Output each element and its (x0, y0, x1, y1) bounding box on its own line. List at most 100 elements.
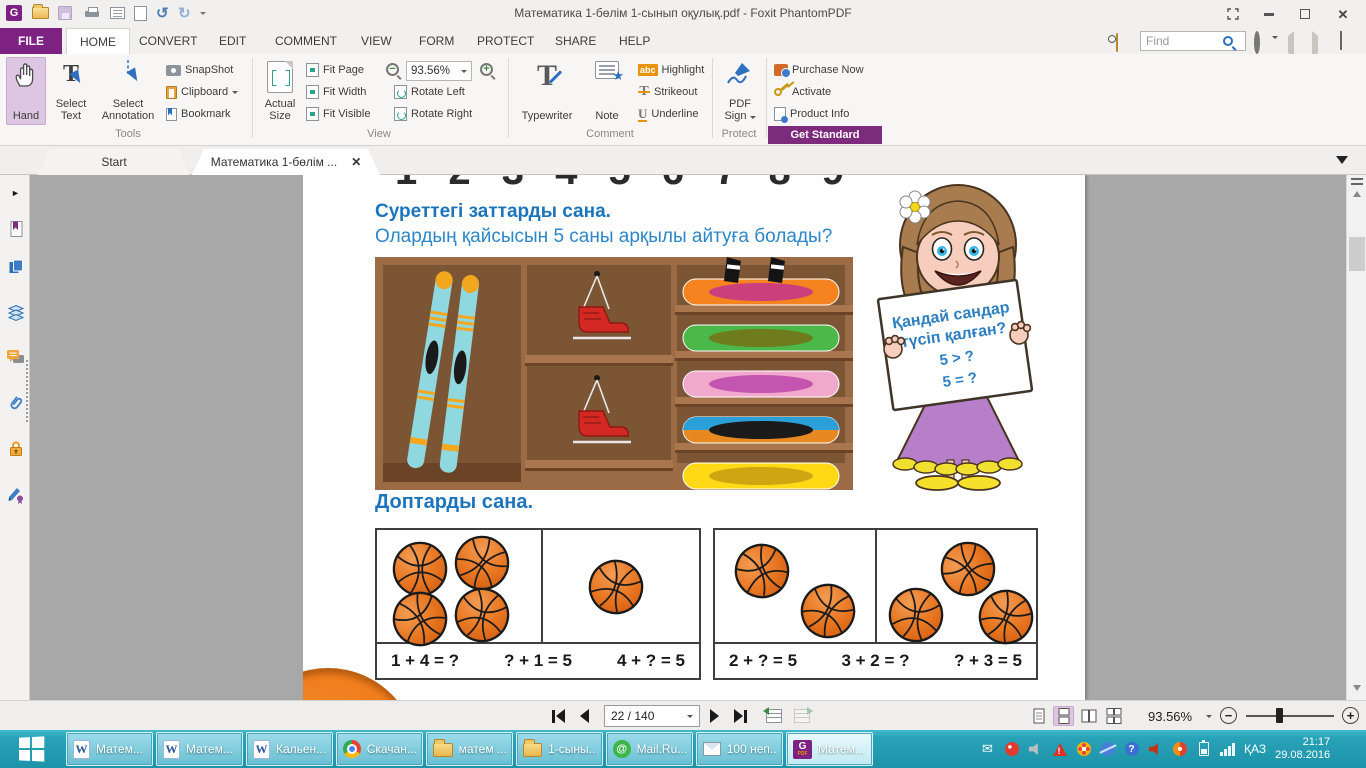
tab-protect[interactable]: PROTECT (464, 28, 547, 54)
split-view-handle[interactable] (1351, 178, 1363, 185)
zoom-out-button[interactable]: − (386, 63, 399, 76)
tab-close-icon[interactable]: ✕ (351, 156, 361, 168)
rotate-left-button[interactable]: Rotate Left (394, 82, 465, 102)
clipboard-button[interactable]: Clipboard (166, 82, 239, 102)
zoom-slider-track[interactable] (1246, 715, 1334, 717)
purchase-now-button[interactable]: Purchase Now (774, 60, 864, 80)
start-button[interactable] (0, 730, 62, 768)
tray-volume-icon[interactable] (1148, 742, 1163, 757)
find-next-button[interactable] (1312, 31, 1318, 58)
facing-view-button[interactable] (1078, 706, 1099, 726)
snapshot-button[interactable]: SnapShot (166, 60, 233, 80)
tray-assistant-icon[interactable]: ? (1124, 742, 1139, 757)
restore-button[interactable] (1292, 5, 1318, 23)
taskbar-button-word-2[interactable]: W Матем... (156, 732, 243, 766)
find-previous-button[interactable] (1288, 31, 1294, 58)
taskbar-button-chrome[interactable]: Скачан... (336, 732, 423, 766)
activate-button[interactable]: Activate (772, 82, 831, 102)
tab-comment[interactable]: COMMENT (262, 28, 350, 54)
document-view[interactable]: 1 2 3 4 5 6 7 8 9 Суреттегі заттарды сан… (30, 175, 1366, 700)
actual-size-button[interactable]: Actual Size (258, 57, 302, 125)
continuous-facing-view-button[interactable] (1103, 706, 1124, 726)
first-page-button[interactable] (552, 707, 565, 725)
taskbar-button-folder-2[interactable]: 1-сыны... (516, 732, 603, 766)
taskbar-button-word-3[interactable]: W Кальен... (246, 732, 333, 766)
fit-visible-button[interactable]: Fit Visible (306, 104, 370, 124)
scrollbar-thumb[interactable] (1349, 237, 1365, 271)
rotate-right-button[interactable]: Rotate Right (394, 104, 472, 124)
highlight-button[interactable]: abc Highlight (638, 60, 704, 80)
signature-panel-button[interactable] (6, 485, 25, 504)
previous-view-button[interactable] (763, 707, 782, 725)
tray-warning-icon[interactable]: ! (1052, 742, 1067, 757)
find-input[interactable] (1141, 34, 1223, 48)
layers-panel-button[interactable] (6, 303, 25, 322)
doc-tab-document[interactable]: Математика 1-бөлім ... ✕ (192, 149, 380, 175)
tab-view[interactable]: VIEW (348, 28, 405, 54)
typewriter-button[interactable]: T Typewriter (514, 57, 580, 125)
hand-tool-button[interactable]: Hand (6, 57, 46, 125)
scroll-up-icon[interactable] (1353, 191, 1361, 197)
tab-edit[interactable]: EDIT (206, 28, 259, 54)
close-button[interactable]: ✕ (1330, 5, 1356, 23)
collapse-ribbon-button[interactable] (1340, 31, 1342, 51)
bookmarks-panel-button[interactable] (6, 219, 25, 238)
bookmark-button[interactable]: Bookmark (166, 104, 231, 124)
expand-panel-button[interactable]: ► (6, 183, 25, 202)
continuous-view-button[interactable] (1053, 706, 1074, 726)
last-page-button[interactable] (734, 707, 747, 725)
tab-help[interactable]: HELP (606, 28, 663, 54)
minimize-button[interactable] (1256, 5, 1282, 23)
fit-page-button[interactable]: Fit Page (306, 60, 364, 80)
find-options-button[interactable] (1254, 31, 1260, 54)
search-icon[interactable] (1223, 36, 1233, 46)
next-page-button[interactable] (710, 707, 719, 725)
zoom-level-combo[interactable]: 93.56% (406, 61, 472, 81)
tab-convert[interactable]: CONVERT (126, 28, 210, 54)
select-annotation-button[interactable]: Select Annotation (96, 57, 160, 125)
zoom-options-caret[interactable] (1206, 707, 1212, 725)
vertical-scrollbar[interactable] (1346, 175, 1366, 700)
tab-home[interactable]: HOME (66, 28, 130, 54)
restore-layout-button[interactable] (1220, 5, 1246, 23)
strikeout-button[interactable]: T Strikeout (638, 82, 697, 102)
pages-panel-button[interactable] (6, 257, 25, 276)
tab-file[interactable]: FILE (0, 28, 62, 54)
pdf-sign-button[interactable]: PDF Sign (718, 57, 762, 125)
tray-speaker-icon[interactable] (1028, 742, 1043, 757)
zoom-in-button[interactable]: + (1342, 707, 1359, 724)
security-panel-button[interactable] (6, 438, 25, 457)
clock[interactable]: 21:17 29.08.2016 (1275, 736, 1330, 762)
tray-mailru-agent-icon[interactable] (1004, 742, 1019, 757)
zoom-slider-thumb[interactable] (1276, 708, 1283, 723)
page-number-combo[interactable]: 22 / 140 (604, 705, 700, 727)
taskbar-button-mail[interactable]: 100 неп... (696, 732, 783, 766)
underline-button[interactable]: U Underline (638, 104, 698, 124)
tray-planet-icon[interactable] (1100, 742, 1115, 757)
tray-power-icon[interactable] (1196, 739, 1211, 757)
tray-network-icon[interactable] (1220, 742, 1235, 757)
tab-form[interactable]: FORM (406, 28, 467, 54)
comments-panel-button[interactable] (6, 348, 25, 367)
language-indicator[interactable]: ҚАЗ (1244, 742, 1266, 756)
next-view-button[interactable] (794, 707, 810, 725)
zoom-in-button[interactable]: + (480, 63, 493, 76)
tray-daemon-tools-icon[interactable] (1172, 742, 1187, 757)
select-text-button[interactable]: T Select Text (48, 57, 94, 125)
taskbar-button-word-1[interactable]: W Матем... (66, 732, 153, 766)
pdf-page[interactable]: 1 2 3 4 5 6 7 8 9 Суреттегі заттарды сан… (303, 175, 1085, 700)
zoom-out-button[interactable]: − (1220, 707, 1237, 724)
product-info-button[interactable]: Product Info (774, 104, 849, 124)
single-page-view-button[interactable] (1028, 706, 1049, 726)
tab-list-menu[interactable] (1336, 156, 1348, 164)
tab-share[interactable]: SHARE (542, 28, 609, 54)
sidebar-resize-handle[interactable] (26, 360, 28, 422)
previous-page-button[interactable] (580, 707, 589, 725)
taskbar-button-foxit[interactable]: G PDF Матем... (786, 732, 873, 766)
taskbar-button-mailru[interactable]: @ Mail.Ru... (606, 732, 693, 766)
tray-flower-icon[interactable] (1076, 742, 1091, 757)
attachments-panel-button[interactable] (6, 393, 25, 412)
doc-tab-start[interactable]: Start (38, 149, 190, 175)
scroll-down-icon[interactable] (1353, 685, 1361, 691)
tray-mail-icon[interactable]: ✉ (980, 741, 995, 757)
